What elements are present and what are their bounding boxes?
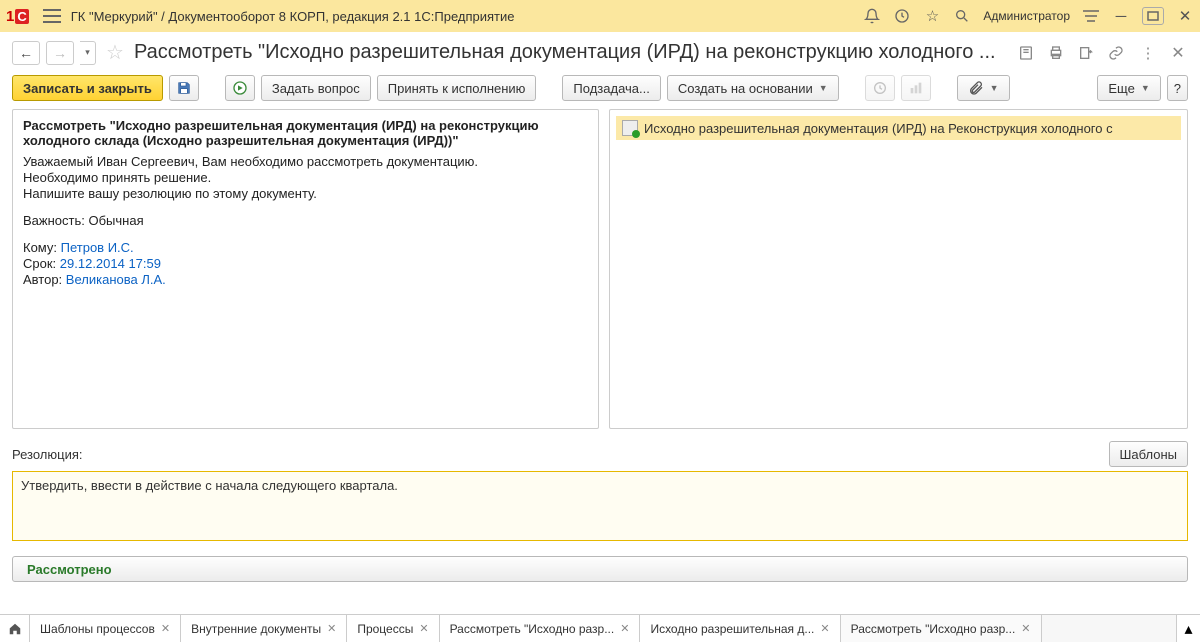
home-tab[interactable] <box>0 615 30 642</box>
save-close-button[interactable]: Записать и закрыть <box>12 75 163 101</box>
tab-templates[interactable]: Шаблоны процессов ✕ <box>30 615 181 642</box>
tab-close-icon[interactable]: ✕ <box>327 622 336 635</box>
importance-label: Важность: <box>23 213 85 228</box>
page-title: Рассмотреть "Исходно разрешительная доку… <box>134 41 1012 64</box>
document-icon <box>622 120 638 136</box>
search-icon[interactable] <box>953 7 971 25</box>
attach-button[interactable]: ▼ <box>957 75 1010 101</box>
toolbar: Записать и закрыть Задать вопрос Принять… <box>0 71 1200 109</box>
chevron-down-icon: ▼ <box>1141 83 1150 93</box>
resolution-input[interactable] <box>12 471 1188 541</box>
tab-label: Шаблоны процессов <box>40 622 155 636</box>
tab-label: Рассмотреть "Исходно разр... <box>450 622 615 636</box>
reviewed-button[interactable]: Рассмотрено <box>12 556 1188 582</box>
tab-label: Процессы <box>357 622 413 636</box>
body: Рассмотреть "Исходно разрешительная доку… <box>0 109 1200 429</box>
accept-button[interactable]: Принять к исполнению <box>377 75 537 101</box>
link-icon[interactable] <box>1108 45 1128 61</box>
tab-review-2[interactable]: Рассмотреть "Исходно разр... ✕ <box>841 615 1042 642</box>
task-description-panel: Рассмотреть "Исходно разрешительная доку… <box>12 109 599 429</box>
nav-forward-button[interactable]: → <box>46 41 74 65</box>
nav-dropdown[interactable]: ▾ <box>80 41 96 65</box>
to-link[interactable]: Петров И.С. <box>61 240 134 255</box>
tab-internal-docs[interactable]: Внутренние документы ✕ <box>181 615 347 642</box>
history-icon[interactable] <box>893 7 911 25</box>
tab-close-icon[interactable]: ✕ <box>1021 622 1030 635</box>
maximize-icon[interactable] <box>1142 7 1164 25</box>
subtask-button[interactable]: Подзадача... <box>562 75 660 101</box>
tab-close-icon[interactable]: ✕ <box>161 622 170 635</box>
star-icon[interactable]: ☆ <box>923 7 941 25</box>
importance-row: Важность: Обычная <box>23 213 588 228</box>
tab-close-icon[interactable]: ✕ <box>820 622 829 635</box>
task-line: Уважаемый Иван Сергеевич, Вам необходимо… <box>23 154 588 169</box>
tab-label: Внутренние документы <box>191 622 321 636</box>
templates-button[interactable]: Шаблоны <box>1109 441 1189 467</box>
resolution-header: Резолюция: Шаблоны <box>0 429 1200 471</box>
author-link[interactable]: Великанова Л.А. <box>66 272 166 287</box>
more-button[interactable]: Еще ▼ <box>1097 75 1160 101</box>
tabs-scroll-button[interactable]: ▴ <box>1176 615 1200 642</box>
chart-icon-button[interactable] <box>901 75 931 101</box>
create-based-button[interactable]: Создать на основании ▼ <box>667 75 839 101</box>
more-label: Еще <box>1108 81 1134 96</box>
user-name[interactable]: Администратор <box>983 9 1070 23</box>
favorite-toggle[interactable]: ☆ <box>106 40 124 65</box>
ask-question-button[interactable]: Задать вопрос <box>261 75 371 101</box>
to-label: Кому: <box>23 240 57 255</box>
direct-button[interactable] <box>225 75 255 101</box>
close-icon[interactable]: ✕ <box>1176 7 1194 25</box>
minimize-icon[interactable]: ─ <box>1112 7 1130 25</box>
attachment-name: Исходно разрешительная документация (ИРД… <box>644 121 1113 136</box>
author-label: Автор: <box>23 272 62 287</box>
chevron-down-icon: ▼ <box>990 83 999 93</box>
due-row: Срок: 29.12.2014 17:59 <box>23 256 588 271</box>
chevron-down-icon: ▼ <box>819 83 828 93</box>
task-line: Напишите вашу резолюцию по этому докумен… <box>23 186 588 201</box>
app-titlebar: 1С ГК "Меркурий" / Документооборот 8 КОР… <box>0 0 1200 32</box>
importance-value: Обычная <box>88 213 143 228</box>
settings-lines-icon[interactable] <box>1082 7 1100 25</box>
save-header-icon[interactable] <box>1018 45 1038 61</box>
logo-1c: 1С <box>6 8 29 25</box>
time-icon-button[interactable] <box>865 75 895 101</box>
due-link[interactable]: 29.12.2014 17:59 <box>60 256 161 271</box>
window-title: ГК "Меркурий" / Документооборот 8 КОРП, … <box>71 9 864 24</box>
tab-processes[interactable]: Процессы ✕ <box>347 615 439 642</box>
export-icon[interactable] <box>1078 45 1098 61</box>
resolution-label: Резолюция: <box>12 447 83 462</box>
tab-label: Рассмотреть "Исходно разр... <box>851 622 1016 636</box>
print-icon[interactable] <box>1048 45 1068 61</box>
to-row: Кому: Петров И.С. <box>23 240 588 255</box>
page-header: ← → ▾ ☆ Рассмотреть "Исходно разрешитель… <box>0 32 1200 71</box>
menu-icon[interactable] <box>43 9 61 23</box>
tab-close-icon[interactable]: ✕ <box>419 622 428 635</box>
attachments-panel: Исходно разрешительная документация (ИРД… <box>609 109 1188 429</box>
bell-icon[interactable] <box>863 7 881 25</box>
nav-back-button[interactable]: ← <box>12 41 40 65</box>
tab-ird[interactable]: Исходно разрешительная д... ✕ <box>640 615 840 642</box>
attachment-row[interactable]: Исходно разрешительная документация (ИРД… <box>616 116 1181 140</box>
bottom-tabs: Шаблоны процессов ✕ Внутренние документы ✕… <box>0 614 1200 642</box>
due-label: Срок: <box>23 256 56 271</box>
create-based-label: Создать на основании <box>678 81 813 96</box>
tab-review-1[interactable]: Рассмотреть "Исходно разр... ✕ <box>440 615 641 642</box>
author-row: Автор: Великанова Л.А. <box>23 272 588 287</box>
task-line: Необходимо принять решение. <box>23 170 588 185</box>
task-title: Рассмотреть "Исходно разрешительная доку… <box>23 118 588 148</box>
help-button[interactable]: ? <box>1167 75 1188 101</box>
tab-label: Исходно разрешительная д... <box>650 622 814 636</box>
close-page-icon[interactable]: ✕ <box>1168 43 1188 63</box>
more-header-icon[interactable]: ⋮ <box>1138 44 1158 62</box>
tab-close-icon[interactable]: ✕ <box>620 622 629 635</box>
save-button[interactable] <box>169 75 199 101</box>
